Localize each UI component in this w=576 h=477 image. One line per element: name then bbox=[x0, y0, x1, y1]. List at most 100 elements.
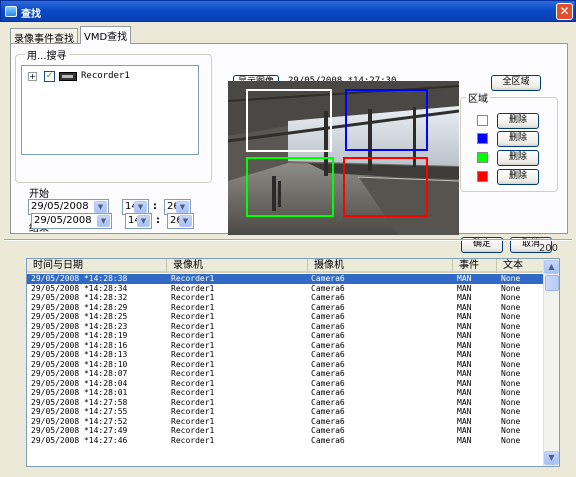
end-hour-select[interactable]: 14 ▼ bbox=[125, 213, 152, 229]
zone-delete-button[interactable]: 删除 bbox=[497, 150, 539, 166]
table-cell: None bbox=[501, 407, 521, 416]
table-row[interactable]: 29/05/2008 *14:28:04 Recorder1 Camera6 MAN N… bbox=[27, 379, 545, 389]
time-separator: : bbox=[156, 215, 160, 226]
table-row[interactable]: 29/05/2008 *14:28:16 Recorder1 Camera6 MAN N… bbox=[27, 341, 545, 351]
table-cell: Recorder1 bbox=[171, 340, 215, 350]
zone-red[interactable] bbox=[343, 157, 428, 217]
tree-item-recorder1[interactable]: Recorder1 bbox=[81, 71, 130, 81]
table-cell: Camera6 bbox=[311, 359, 345, 369]
table-cell: Camera6 bbox=[311, 426, 345, 435]
table-cell: 29/05/2008 *14:27:55 bbox=[31, 407, 128, 416]
table-cell: Recorder1 bbox=[171, 283, 215, 293]
table-cell: 29/05/2008 *14:27:46 bbox=[31, 435, 128, 445]
table-cell: Camera6 bbox=[311, 331, 345, 340]
table-cell: None bbox=[501, 378, 521, 388]
chevron-down-icon[interactable]: ▼ bbox=[97, 215, 110, 227]
zone-white[interactable] bbox=[246, 89, 332, 152]
table-row[interactable]: 29/05/2008 *14:27:52 Recorder1 Camera6 MAN N… bbox=[27, 417, 545, 427]
column-header-datetime[interactable]: 时间与日期 bbox=[27, 259, 167, 273]
table-cell: None bbox=[501, 359, 521, 369]
table-cell: MAN bbox=[457, 340, 472, 350]
scroll-thumb[interactable] bbox=[545, 275, 559, 291]
table-cell: None bbox=[501, 426, 521, 435]
table-row[interactable]: 29/05/2008 *14:27:58 Recorder1 Camera6 MAN N… bbox=[27, 398, 545, 408]
table-cell: MAN bbox=[457, 302, 472, 312]
column-header-recorder[interactable]: 录像机 bbox=[167, 259, 308, 273]
table-cell: None bbox=[501, 435, 521, 445]
column-header-camera[interactable]: 摄像机 bbox=[308, 259, 453, 273]
chevron-down-icon[interactable]: ▼ bbox=[544, 451, 559, 465]
table-row[interactable]: 29/05/2008 *14:28:07 Recorder1 Camera6 MAN N… bbox=[27, 369, 545, 379]
table-cell: 29/05/2008 *14:28:25 bbox=[31, 312, 128, 321]
tab-vmd-search[interactable]: VMD查找 bbox=[80, 26, 132, 44]
table-row[interactable]: 29/05/2008 *14:28:29 Recorder1 Camera6 MAN N… bbox=[27, 303, 545, 313]
table-cell: None bbox=[501, 331, 521, 340]
table-row[interactable]: 29/05/2008 *14:28:23 Recorder1 Camera6 MAN N… bbox=[27, 322, 545, 332]
chevron-down-icon[interactable]: ▼ bbox=[134, 201, 147, 213]
table-cell: Recorder1 bbox=[171, 312, 215, 321]
table-cell: Recorder1 bbox=[171, 426, 215, 435]
table-row[interactable]: 29/05/2008 *14:28:32 Recorder1 Camera6 MAN N… bbox=[27, 293, 545, 303]
table-row[interactable]: 29/05/2008 *14:28:13 Recorder1 Camera6 MAN N… bbox=[27, 350, 545, 360]
table-cell: Recorder1 bbox=[171, 378, 215, 388]
table-cell: Camera6 bbox=[311, 321, 345, 331]
all-area-button[interactable]: 全区域 bbox=[491, 75, 541, 91]
table-cell: None bbox=[501, 283, 521, 293]
chevron-down-icon[interactable]: ▼ bbox=[176, 201, 189, 213]
table-row[interactable]: 29/05/2008 *14:27:46 Recorder1 Camera6 MAN N… bbox=[27, 436, 545, 446]
table-cell: MAN bbox=[457, 397, 472, 407]
zone-green[interactable] bbox=[246, 157, 334, 217]
table-row[interactable]: 29/05/2008 *14:28:10 Recorder1 Camera6 MAN N… bbox=[27, 360, 545, 370]
table-cell: Recorder1 bbox=[171, 407, 215, 416]
table-cell: 29/05/2008 *14:28:34 bbox=[31, 283, 128, 293]
table-row[interactable]: 29/05/2008 *14:28:34 Recorder1 Camera6 MAN N… bbox=[27, 284, 545, 294]
chevron-down-icon[interactable]: ▼ bbox=[94, 201, 107, 213]
results-list[interactable]: 时间与日期 录像机 摄像机 事件 文本 29/05/2008 *14:28:38… bbox=[26, 258, 560, 467]
table-cell: 29/05/2008 *14:28:19 bbox=[31, 331, 128, 340]
table-row[interactable]: 29/05/2008 *14:27:55 Recorder1 Camera6 MAN N… bbox=[27, 407, 545, 417]
table-cell: None bbox=[501, 274, 521, 283]
end-minute-select[interactable]: 26 ▼ bbox=[167, 213, 194, 229]
end-date-value: 29/05/2008 bbox=[34, 215, 92, 226]
expand-icon[interactable]: + bbox=[28, 72, 37, 81]
table-cell: 29/05/2008 *14:28:10 bbox=[31, 359, 128, 369]
end-date-select[interactable]: 29/05/2008 ▼ bbox=[31, 213, 112, 229]
results-rows: 29/05/2008 *14:28:38 Recorder1 Camera6 MAN N… bbox=[27, 274, 545, 445]
column-header-text[interactable]: 文本 bbox=[497, 259, 545, 273]
table-cell: Recorder1 bbox=[171, 416, 215, 426]
table-row[interactable]: 29/05/2008 *14:28:38 Recorder1 Camera6 MAN N… bbox=[27, 274, 545, 284]
table-row[interactable]: 29/05/2008 *14:28:19 Recorder1 Camera6 MAN N… bbox=[27, 331, 545, 341]
table-cell: Camera6 bbox=[311, 312, 345, 321]
tab-recording-event-search[interactable]: 录像事件查找 bbox=[10, 28, 78, 45]
table-cell: Camera6 bbox=[311, 397, 345, 407]
table-cell: MAN bbox=[457, 435, 472, 445]
table-cell: Camera6 bbox=[311, 416, 345, 426]
table-row[interactable]: 29/05/2008 *14:28:25 Recorder1 Camera6 MAN N… bbox=[27, 312, 545, 322]
zone-delete-button[interactable]: 删除 bbox=[497, 113, 539, 129]
recorder-icon bbox=[59, 72, 77, 81]
zone-blue[interactable] bbox=[345, 89, 428, 151]
table-row[interactable]: 29/05/2008 *14:28:01 Recorder1 Camera6 MAN N… bbox=[27, 388, 545, 398]
table-cell: 29/05/2008 *14:28:13 bbox=[31, 350, 128, 359]
chevron-down-icon[interactable]: ▼ bbox=[179, 215, 192, 227]
separator bbox=[4, 239, 572, 241]
zone-delete-button[interactable]: 删除 bbox=[497, 169, 539, 185]
table-cell: 29/05/2008 *14:28:07 bbox=[31, 369, 128, 378]
table-cell: None bbox=[501, 416, 521, 426]
results-scrollbar[interactable]: ▲ ▼ bbox=[543, 259, 559, 466]
camera-preview[interactable] bbox=[228, 81, 459, 235]
chevron-down-icon[interactable]: ▼ bbox=[137, 215, 150, 227]
recorder-tree[interactable]: + ✓ Recorder1 bbox=[21, 65, 199, 155]
table-cell: Camera6 bbox=[311, 435, 345, 445]
chevron-up-icon[interactable]: ▲ bbox=[544, 260, 559, 274]
table-row[interactable]: 29/05/2008 *14:27:49 Recorder1 Camera6 MAN N… bbox=[27, 426, 545, 436]
recorder-checkbox[interactable]: ✓ bbox=[44, 71, 55, 82]
close-button[interactable]: ✕ bbox=[556, 3, 573, 20]
column-header-event[interactable]: 事件 bbox=[453, 259, 497, 273]
app-icon bbox=[5, 6, 17, 17]
table-cell: MAN bbox=[457, 274, 472, 283]
start-date-value: 29/05/2008 bbox=[31, 201, 89, 212]
zone-delete-button[interactable]: 删除 bbox=[497, 131, 539, 147]
table-cell: 29/05/2008 *14:28:04 bbox=[31, 378, 128, 388]
table-cell: Recorder1 bbox=[171, 331, 215, 340]
